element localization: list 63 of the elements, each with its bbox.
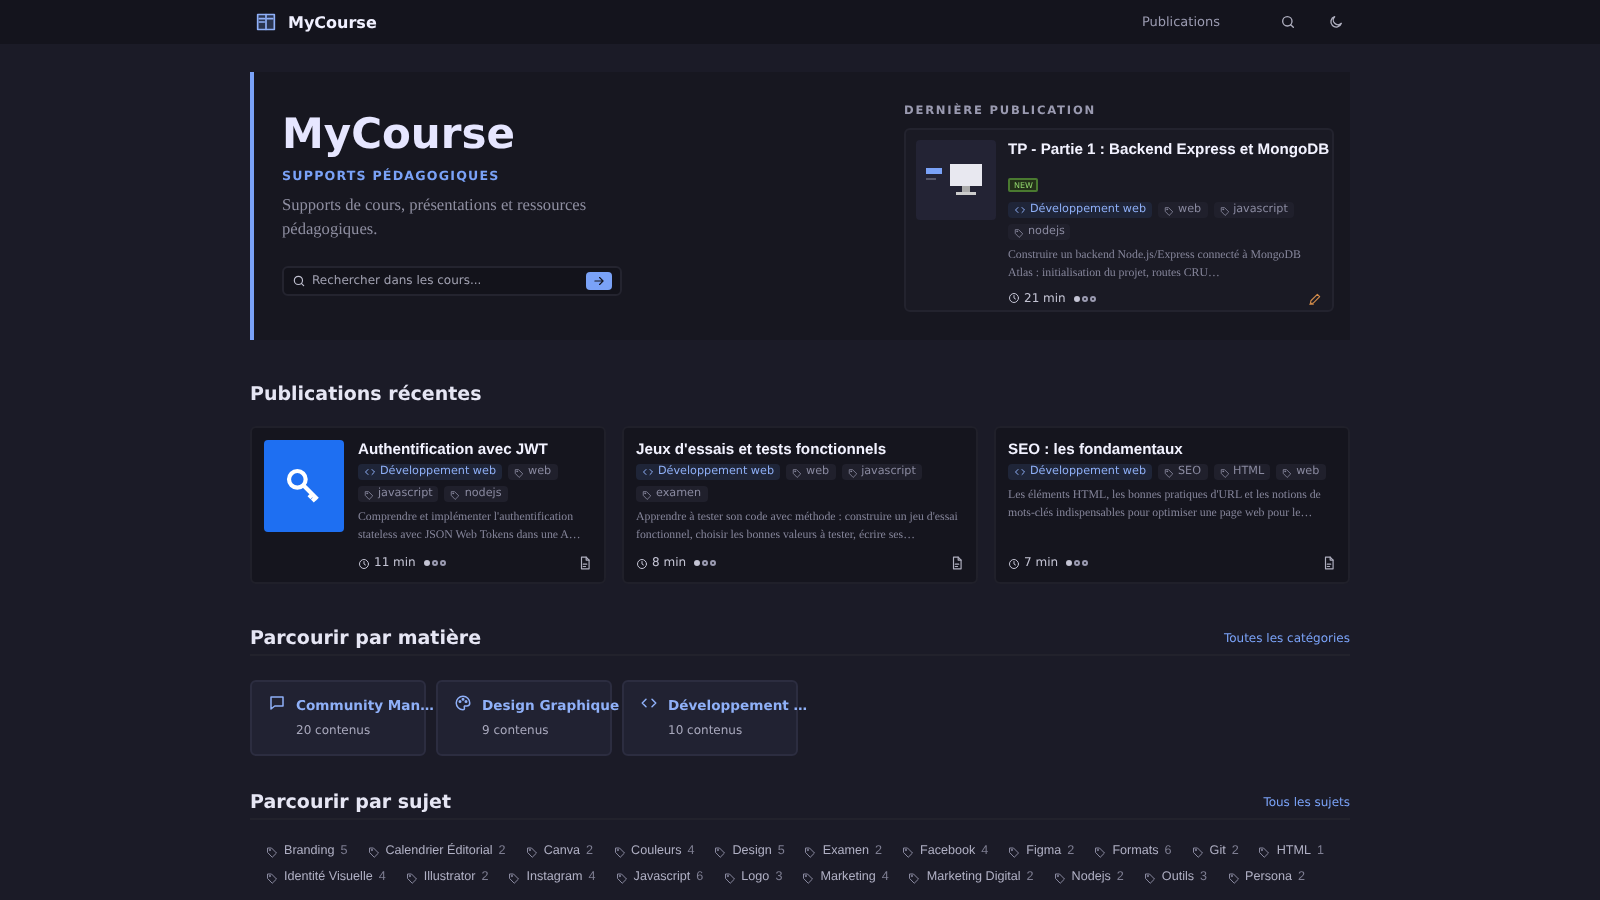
tag-icon [1143,871,1156,883]
arrow-icon [592,274,606,289]
tag-icon [615,871,628,883]
code-icon [1014,466,1026,478]
search-icon [292,274,306,289]
theme-toggle-button[interactable] [1328,14,1344,30]
document-icon [950,556,964,570]
tag-icon [1191,845,1204,857]
tag-icon [1219,467,1229,477]
search-button[interactable] [1280,14,1296,30]
clock-icon [1008,292,1020,305]
tag-icon [1164,205,1174,215]
tag-icon [804,845,817,857]
site-logo-text: MyCourse [288,13,377,31]
tag-icon [908,871,921,883]
tag-icon [508,871,521,883]
tag-icon [1282,467,1293,477]
section-title: Parcourir par matière [250,628,482,650]
code-icon [642,466,654,478]
tag-icon [792,467,802,477]
tag-icon [1053,871,1066,883]
logo-icon [256,12,276,32]
tag-icon [266,871,278,883]
tag-icon [525,845,538,857]
tag-icon [902,845,914,857]
code-icon [640,694,658,712]
clock-icon [358,557,370,569]
tag-icon [1014,227,1024,237]
code-icon [1014,204,1026,216]
tag-icon [1258,845,1271,857]
tag-icon [1094,845,1107,857]
tag-icon [847,467,858,477]
document-icon [578,556,592,570]
pencil-icon [1308,291,1322,306]
palette-icon [454,694,472,712]
moon-icon [1328,14,1344,30]
code-icon [364,466,376,478]
search-icon [1280,14,1296,30]
tag-icon [367,845,380,857]
section-title: Parcourir par sujet [250,792,452,814]
tag-icon [405,871,418,883]
section-title: Publications récentes [250,384,484,406]
document-icon [1322,556,1336,570]
tag-icon [802,871,815,883]
tag-icon [613,845,626,857]
tag-icon [266,845,278,857]
tag-icon [1008,845,1021,857]
tag-icon [1227,871,1240,883]
clock-icon [1008,557,1020,569]
hero-description: Supports de cours, présentations et ressources pédagogiques. [282,194,589,243]
tag-icon [723,871,736,883]
hero-title: MyCourse [282,108,517,160]
submit-button[interactable] [586,272,612,291]
tag-icon [1219,205,1230,215]
clock-icon [636,557,648,569]
tag-icon [450,489,461,499]
tag-icon [1164,467,1174,477]
tag-icon [642,489,652,499]
tag-icon [514,467,524,477]
tag-icon [364,489,374,499]
post-card[interactable] [622,426,978,584]
tag-icon [714,845,727,857]
chat-icon [268,694,286,712]
